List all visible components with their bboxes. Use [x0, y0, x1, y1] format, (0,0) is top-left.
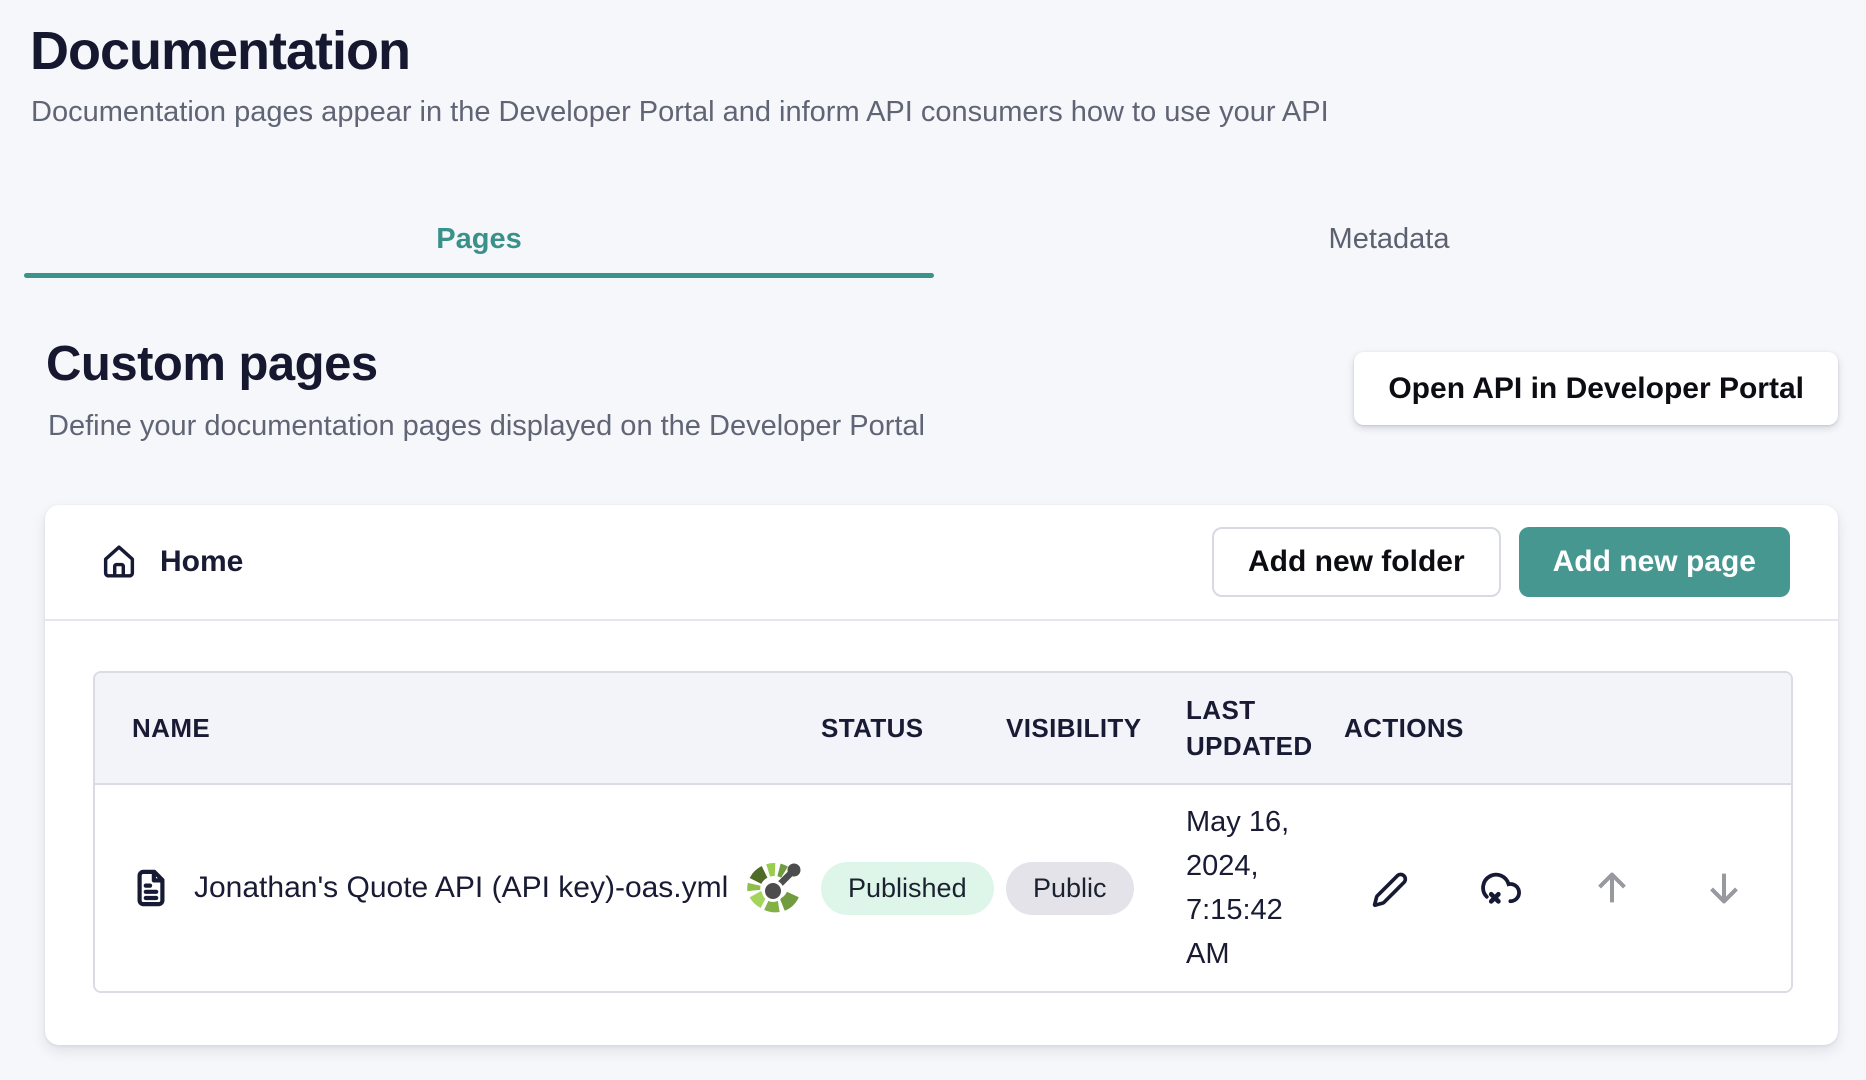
- column-header-visibility: VISIBILITY: [970, 710, 1150, 746]
- move-down-button[interactable]: [1700, 864, 1748, 912]
- actions-cell: [1308, 864, 1791, 912]
- column-header-last-updated: LAST UPDATED: [1150, 692, 1308, 764]
- page-subtitle: Documentation pages appear in the Develo…: [31, 96, 1329, 129]
- section-title: Custom pages: [46, 336, 378, 392]
- pencil-edit-icon: [1365, 865, 1411, 911]
- table-header-row: NAME STATUS VISIBILITY LAST UPDATED ACTI…: [95, 673, 1791, 785]
- status-cell: Published: [785, 862, 970, 915]
- table-row: Jonathan's Quote API (API key)-oas.yml: [95, 785, 1791, 991]
- card-header: Home Add new folder Add new page: [45, 505, 1838, 621]
- page-name-label: Jonathan's Quote API (API key)-oas.yml: [194, 871, 728, 905]
- pages-table: NAME STATUS VISIBILITY LAST UPDATED ACTI…: [93, 671, 1793, 993]
- breadcrumb-home-label: Home: [160, 545, 243, 579]
- unpublish-page-button[interactable]: [1476, 864, 1524, 912]
- tab-pages-label: Pages: [436, 223, 521, 256]
- add-new-folder-button[interactable]: Add new folder: [1212, 527, 1501, 597]
- arrow-down-icon: [1701, 865, 1747, 911]
- home-icon: [98, 540, 140, 584]
- last-updated-cell: May 16, 2024, 7:15:42 AM: [1150, 800, 1308, 976]
- tab-pages[interactable]: Pages: [24, 200, 934, 278]
- tab-metadata[interactable]: Metadata: [934, 200, 1844, 278]
- tab-metadata-label: Metadata: [1329, 223, 1450, 256]
- section-subtitle: Define your documentation pages displaye…: [48, 410, 925, 443]
- column-header-status: STATUS: [785, 710, 970, 746]
- custom-pages-card: Home Add new folder Add new page NAME ST…: [45, 505, 1838, 1045]
- visibility-cell: Public: [970, 862, 1150, 915]
- page-name-cell: Jonathan's Quote API (API key)-oas.yml: [95, 858, 785, 918]
- status-badge: Published: [821, 862, 994, 915]
- tab-bar: Pages Metadata: [24, 200, 1844, 278]
- document-icon: [132, 866, 170, 910]
- add-new-page-button[interactable]: Add new page: [1519, 527, 1790, 597]
- pages-table-wrapper: NAME STATUS VISIBILITY LAST UPDATED ACTI…: [93, 671, 1793, 993]
- open-api-in-developer-portal-button[interactable]: Open API in Developer Portal: [1354, 352, 1838, 425]
- arrow-up-icon: [1589, 865, 1635, 911]
- visibility-badge: Public: [1006, 862, 1134, 915]
- column-header-actions: ACTIONS: [1308, 710, 1791, 746]
- edit-page-button[interactable]: [1364, 864, 1412, 912]
- column-header-name: NAME: [95, 710, 785, 746]
- page-title: Documentation: [30, 20, 410, 82]
- move-up-button[interactable]: [1588, 864, 1636, 912]
- cloud-unpublish-icon: [1476, 864, 1524, 912]
